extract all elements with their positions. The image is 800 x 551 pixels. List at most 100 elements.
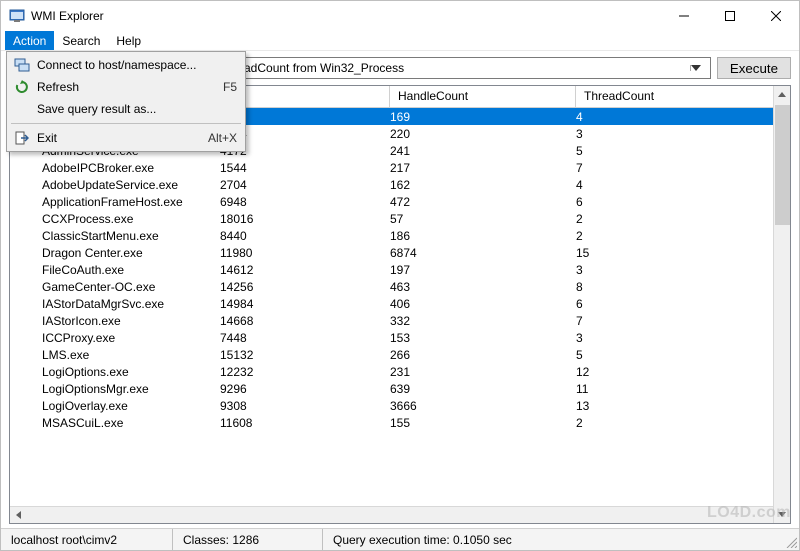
cell-handle: 332 [390,314,576,328]
query-combobox[interactable]: adCount from Win32_Process [239,57,711,79]
table-row[interactable]: GameCenter-OC.exe142564638 [10,278,790,295]
cell-handle: 241 [390,144,576,158]
menu-connect[interactable]: Connect to host/namespace... [9,54,243,76]
scrollbar-thumb[interactable] [775,105,790,225]
cell-handle: 186 [390,229,576,243]
cell-handle: 217 [390,161,576,175]
menu-exit-shortcut: Alt+X [208,131,237,145]
horizontal-scrollbar[interactable] [10,506,790,523]
close-button[interactable] [753,1,799,31]
table-row[interactable]: LogiOverlay.exe9308366613 [10,397,790,414]
menu-refresh-label: Refresh [37,80,223,94]
cell-name: AdobeUpdateService.exe [10,178,220,192]
cell-pid: 14668 [220,314,390,328]
chevron-down-icon[interactable] [690,65,706,71]
window-title: WMI Explorer [31,9,104,23]
cell-handle: 472 [390,195,576,209]
cell-handle: 57 [390,212,576,226]
cell-pid: 9308 [220,399,390,413]
table-row[interactable]: AdobeIPCBroker.exe15442177 [10,159,790,176]
table-row[interactable]: CCXProcess.exe18016572 [10,210,790,227]
menu-help[interactable]: Help [108,31,149,50]
scroll-left-icon[interactable] [10,507,27,523]
cell-name: ClassicStartMenu.exe [10,229,220,243]
table-row[interactable]: IAStorIcon.exe146683327 [10,312,790,329]
cell-handle: 266 [390,348,576,362]
menu-exit[interactable]: Exit Alt+X [9,127,243,149]
cell-name: IAStorDataMgrSvc.exe [10,297,220,311]
menu-refresh[interactable]: Refresh F5 [9,76,243,98]
cell-name: GameCenter-OC.exe [10,280,220,294]
scroll-down-icon[interactable] [774,506,790,523]
col-header-handle[interactable]: HandleCount [390,86,576,107]
table-row[interactable]: LogiOptions.exe1223223112 [10,363,790,380]
menu-refresh-shortcut: F5 [223,80,237,94]
table-row[interactable]: IAStorDataMgrSvc.exe149844066 [10,295,790,312]
menu-action[interactable]: Action [5,31,54,50]
refresh-icon [13,79,31,95]
cell-handle: 153 [390,331,576,345]
cell-thread: 2 [576,212,790,226]
cell-name: MSASCuiL.exe [10,416,220,430]
cell-name: LogiOptions.exe [10,365,220,379]
cell-handle: 162 [390,178,576,192]
minimize-button[interactable] [661,1,707,31]
blank-icon [13,101,31,117]
cell-thread: 2 [576,416,790,430]
cell-handle: 155 [390,416,576,430]
cell-name: IAStorIcon.exe [10,314,220,328]
menu-separator [11,123,241,124]
table-row[interactable]: AdobeUpdateService.exe27041624 [10,176,790,193]
cell-thread: 15 [576,246,790,260]
table-row[interactable]: FileCoAuth.exe146121973 [10,261,790,278]
cell-handle: 463 [390,280,576,294]
cell-name: LogiOverlay.exe [10,399,220,413]
cell-handle: 169 [390,110,576,124]
cell-thread: 8 [576,280,790,294]
col-header-thread[interactable]: ThreadCount [576,86,790,107]
cell-name: ICCProxy.exe [10,331,220,345]
maximize-icon [725,11,735,21]
table-row[interactable]: LogiOptionsMgr.exe929663911 [10,380,790,397]
cell-name: AdobeIPCBroker.exe [10,161,220,175]
scroll-up-icon[interactable] [774,86,790,103]
table-body[interactable]: 1694AGSService.exe41642203AdminService.e… [10,108,790,506]
cell-pid: 11980 [220,246,390,260]
titlebar: WMI Explorer [1,1,799,31]
cell-thread: 6 [576,195,790,209]
menu-exit-label: Exit [37,131,208,145]
cell-thread: 5 [576,144,790,158]
table-row[interactable]: ICCProxy.exe74481533 [10,329,790,346]
close-icon [771,11,781,21]
table-row[interactable]: ClassicStartMenu.exe84401862 [10,227,790,244]
table-row[interactable]: ApplicationFrameHost.exe69484726 [10,193,790,210]
table-row[interactable]: MSASCuiL.exe116081552 [10,414,790,431]
menu-save-result[interactable]: Save query result as... [9,98,243,120]
cell-pid: 12232 [220,365,390,379]
table-row[interactable]: Dragon Center.exe11980687415 [10,244,790,261]
cell-pid: 1544 [220,161,390,175]
cell-thread: 3 [576,263,790,277]
cell-pid: 15132 [220,348,390,362]
cell-thread: 13 [576,399,790,413]
cell-thread: 6 [576,297,790,311]
maximize-button[interactable] [707,1,753,31]
cell-handle: 197 [390,263,576,277]
cell-handle: 220 [390,127,576,141]
cell-thread: 3 [576,331,790,345]
status-classes: Classes: 1286 [173,529,323,550]
resize-grip[interactable] [781,529,799,550]
cell-name: FileCoAuth.exe [10,263,220,277]
menu-search[interactable]: Search [54,31,108,50]
vertical-scrollbar[interactable] [773,86,790,523]
cell-thread: 5 [576,348,790,362]
cell-thread: 4 [576,178,790,192]
cell-handle: 3666 [390,399,576,413]
cell-thread: 3 [576,127,790,141]
cell-handle: 231 [390,365,576,379]
execute-button[interactable]: Execute [717,57,791,79]
cell-pid: 14256 [220,280,390,294]
cell-pid: 14612 [220,263,390,277]
query-text: adCount from Win32_Process [244,61,404,75]
table-row[interactable]: LMS.exe151322665 [10,346,790,363]
